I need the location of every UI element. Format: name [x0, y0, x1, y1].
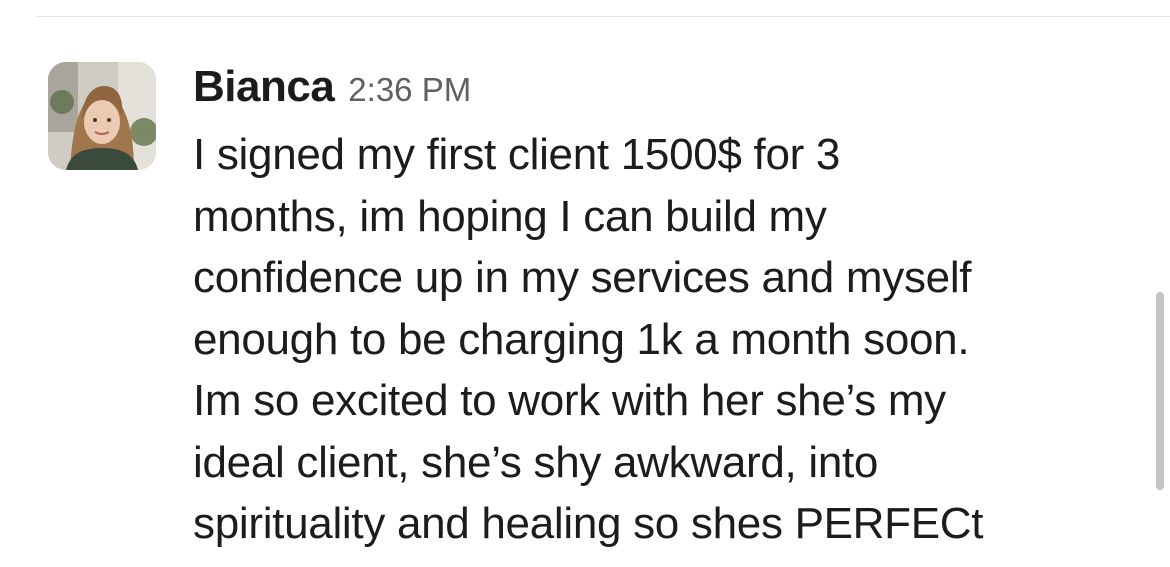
message-line: months, im hoping I can build my — [193, 191, 827, 241]
message-line: confidence up in my services and myself — [193, 253, 972, 302]
message-divider — [36, 16, 1170, 17]
user-avatar[interactable] — [48, 62, 156, 170]
message-header: Bianca 2:36 PM — [193, 62, 1123, 122]
message-line: I signed my first client 1500$ for 3 — [193, 130, 841, 179]
message-timestamp[interactable]: 2:36 PM — [348, 71, 471, 109]
user-photo-avatar-icon — [48, 62, 156, 170]
message-line: Im so excited to work with her she’s my — [193, 376, 946, 425]
message-line: ideal client, she’s shy awkward, into — [193, 437, 879, 487]
sender-name[interactable]: Bianca — [193, 62, 335, 112]
chat-message: Bianca 2:36 PM I signed my first client … — [193, 62, 1123, 555]
message-line: enough to be charging 1k a month soon. — [193, 314, 970, 364]
message-body: I signed my first client 1500$ for 3 mon… — [193, 124, 1123, 555]
scrollbar-thumb[interactable] — [1156, 292, 1164, 490]
message-line: spirituality and healing so shes PERFECt — [193, 499, 984, 548]
scrollbar[interactable] — [1150, 0, 1170, 567]
